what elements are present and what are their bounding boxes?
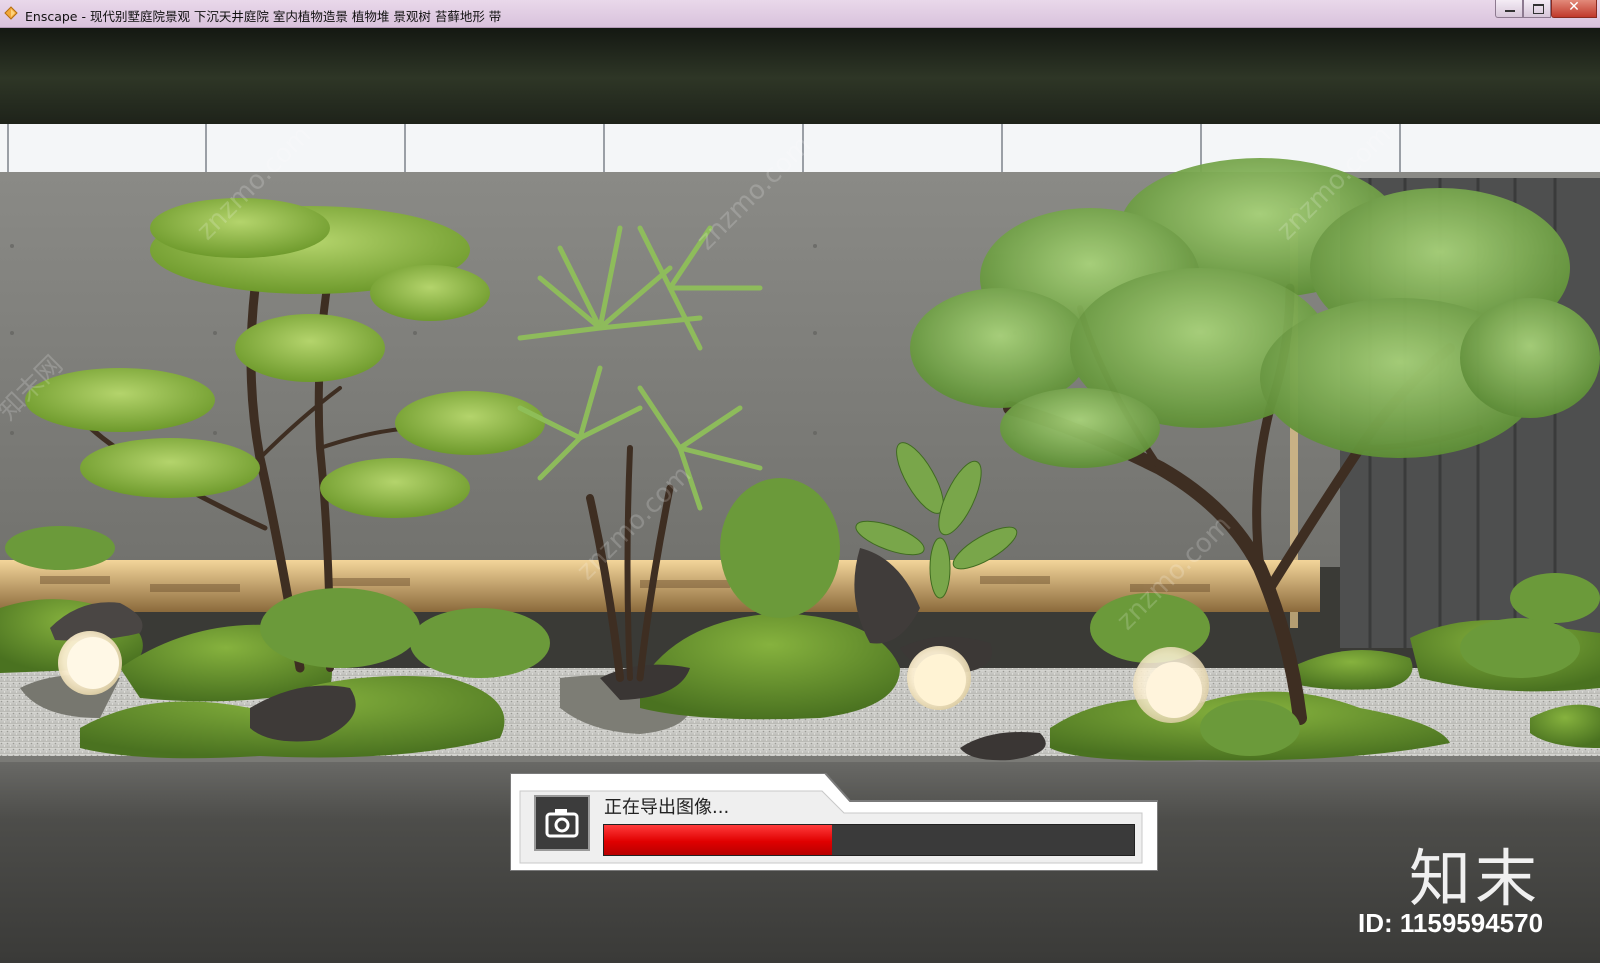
brand-watermark: 知末 bbox=[1409, 842, 1542, 915]
asset-id-label: ID: 1159594570 bbox=[1358, 908, 1544, 938]
close-button[interactable]: ✕ bbox=[1551, 0, 1597, 18]
window-title: Enscape - 现代别墅庭院景观 下沉天井庭院 室内植物造景 植物堆 景观树… bbox=[25, 9, 502, 24]
window-title-bar[interactable]: Enscape - 现代别墅庭院景观 下沉天井庭院 室内植物造景 植物堆 景观树… bbox=[0, 0, 1600, 28]
dialog-frame bbox=[510, 773, 1158, 871]
camera-icon bbox=[545, 809, 579, 838]
minimize-icon bbox=[1505, 10, 1515, 12]
maximize-button[interactable] bbox=[1523, 0, 1551, 18]
close-icon: ✕ bbox=[1568, 0, 1580, 15]
camera-icon-box bbox=[534, 795, 590, 851]
export-progress-bar bbox=[603, 824, 1135, 856]
minimize-button[interactable] bbox=[1495, 0, 1523, 18]
maximize-icon bbox=[1533, 4, 1544, 14]
enscape-app-icon bbox=[4, 6, 18, 20]
export-progress-dialog: 正在导出图像... bbox=[510, 773, 1158, 871]
render-viewport[interactable]: znzmo.com znzmo.com znzmo.com 知末网 znzmo.… bbox=[0, 28, 1600, 963]
export-status-label: 正在导出图像... bbox=[604, 797, 730, 818]
window-controls: ✕ bbox=[1495, 0, 1597, 20]
export-progress-fill bbox=[604, 825, 832, 855]
